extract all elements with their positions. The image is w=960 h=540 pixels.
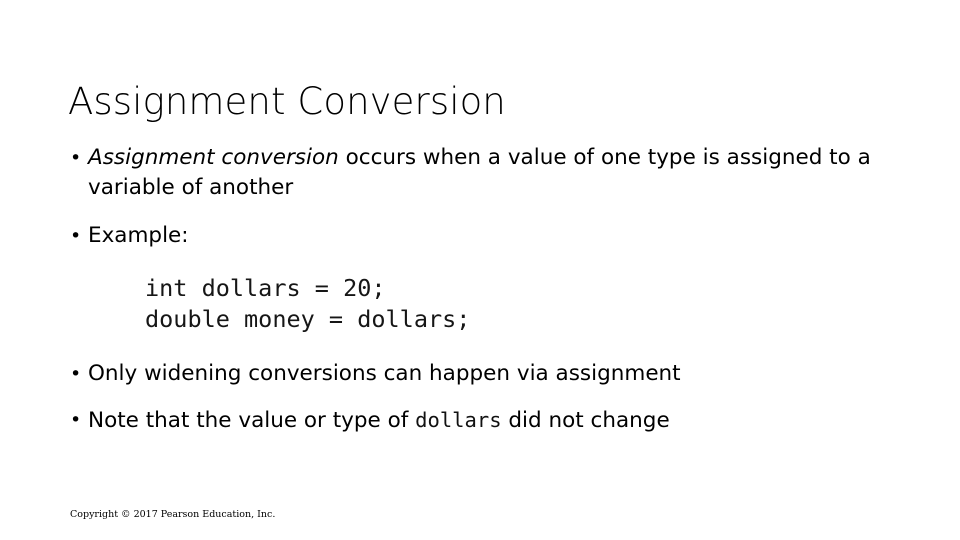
code-snippet: int dollars = 20; double money = dollars… — [145, 274, 471, 333]
bullet-item-widening: Only widening conversions can happen via… — [68, 359, 898, 389]
bullet-example-label: Example: — [88, 223, 189, 248]
bullet-note-prefix: Note that the value or type of — [88, 407, 416, 433]
bullet-note-suffix: did not change — [501, 407, 670, 433]
inline-code-dollars: dollars — [415, 407, 502, 432]
bullet-item-example: Example: — [68, 221, 898, 251]
bullet-emphasis-term: Assignment conversion — [88, 145, 339, 170]
copyright-notice: Copyright © 2017 Pearson Education, Inc. — [70, 509, 276, 520]
slide-body: Assignment conversion occurs when a valu… — [68, 143, 898, 436]
bullet-item-definition: Assignment conversion occurs when a valu… — [68, 143, 898, 203]
bullet-widening-text: Only widening conversions can happen via… — [88, 360, 681, 386]
bullet-item-dollars-unchanged: Note that the value or type of dollars d… — [68, 405, 898, 436]
page-title: Assignment Conversion — [68, 79, 506, 123]
presentation-slide: Assignment Conversion Assignment convers… — [0, 0, 960, 540]
